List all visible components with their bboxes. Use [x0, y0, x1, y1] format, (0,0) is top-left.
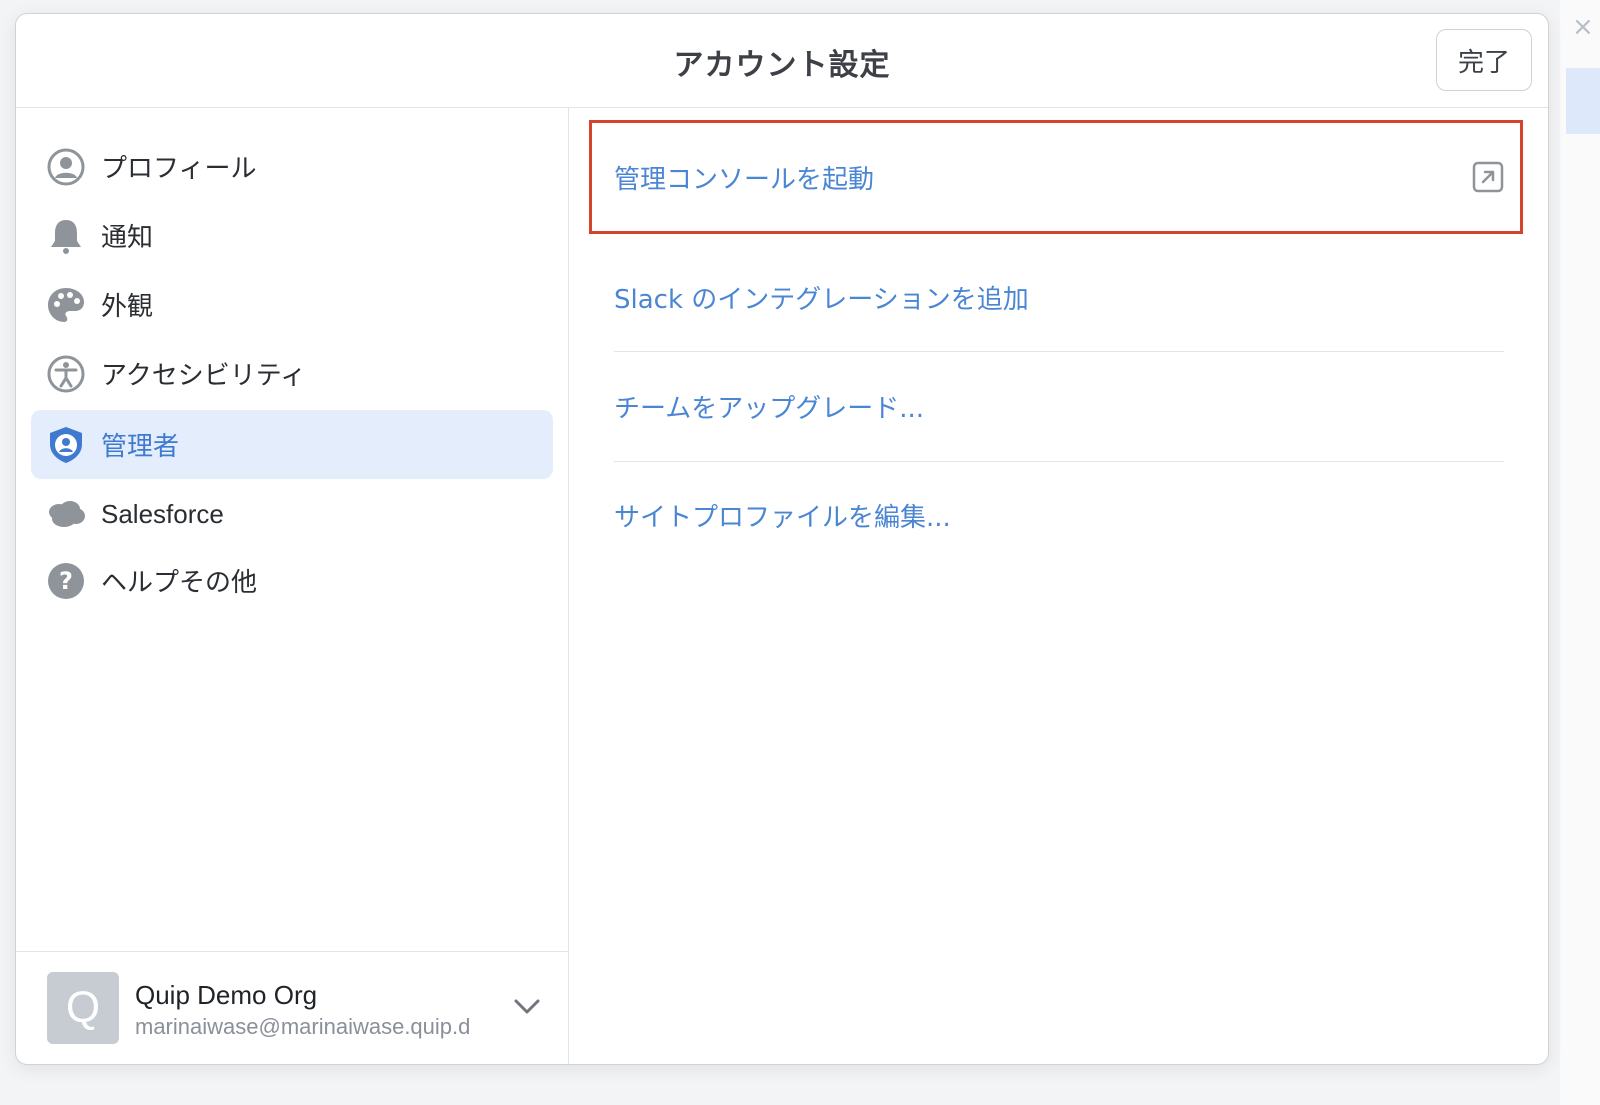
sidebar-item-label: 外観: [101, 292, 154, 322]
dialog-title: アカウント設定: [673, 48, 891, 83]
background-close-icon: ×: [1572, 12, 1594, 42]
svg-text:?: ?: [59, 567, 73, 595]
action-label: Slack のインテグレーションを追加: [614, 284, 1029, 315]
profile-icon: [46, 147, 86, 187]
settings-sidebar: プロフィール 通知 外観 アクセシビリティ 管理者 Salesforce ? ヘ…: [16, 108, 569, 1064]
action-label: チームをアップグレード...: [614, 393, 925, 424]
sidebar-item-label: 通知: [101, 223, 154, 253]
dialog-header: アカウント設定 完了: [16, 14, 1548, 108]
palette-icon: [46, 285, 86, 325]
admin-panel: 管理コンソールを起動 Slack のインテグレーションを追加 チームをアップグレ…: [569, 108, 1548, 1064]
chevron-down-icon[interactable]: [510, 992, 544, 1022]
action-label: サイトプロファイルを編集...: [614, 502, 951, 533]
sidebar-item-label: プロフィール: [101, 154, 257, 184]
action-label: 管理コンソールを起動: [614, 164, 875, 195]
sidebar-item-salesforce[interactable]: Salesforce: [31, 480, 553, 549]
admin-shield-icon: [46, 425, 86, 465]
account-name: Quip Demo Org: [135, 980, 318, 1010]
upgrade-team-link[interactable]: チームをアップグレード...: [614, 352, 1504, 460]
help-icon: ?: [46, 561, 86, 601]
sidebar-item-help[interactable]: ? ヘルプその他: [31, 546, 553, 615]
background-selection: [1566, 68, 1600, 134]
sidebar-item-label: 管理者: [101, 432, 180, 462]
sidebar-item-label: アクセシビリティ: [101, 361, 307, 391]
bell-icon: [46, 216, 86, 256]
salesforce-cloud-icon: [46, 495, 86, 535]
accessibility-icon: [46, 354, 86, 394]
sidebar-item-profile[interactable]: プロフィール: [31, 132, 553, 201]
sidebar-item-notifications[interactable]: 通知: [31, 201, 553, 270]
external-link-icon: [1472, 161, 1504, 193]
done-button[interactable]: 完了: [1436, 29, 1532, 91]
launch-admin-console-link[interactable]: 管理コンソールを起動: [589, 120, 1523, 234]
edit-site-profile-link[interactable]: サイトプロファイルを編集...: [614, 461, 1504, 569]
sidebar-item-accessibility[interactable]: アクセシビリティ: [31, 339, 553, 408]
sidebar-item-appearance[interactable]: 外観: [31, 270, 553, 339]
sidebar-item-label: ヘルプその他: [101, 568, 258, 598]
sidebar-item-label: Salesforce: [101, 499, 224, 529]
sidebar-item-admin[interactable]: 管理者: [31, 410, 553, 479]
avatar: Q: [47, 972, 119, 1044]
account-switcher[interactable]: Q Quip Demo Org marinaiwase@marinaiwase.…: [16, 951, 569, 1064]
account-email: marinaiwase@marinaiwase.quip.d: [135, 1014, 471, 1039]
account-settings-dialog: アカウント設定 完了 プロフィール 通知 外観 アクセシビリティ 管理者 Sal…: [15, 13, 1549, 1065]
add-slack-integration-link[interactable]: Slack のインテグレーションを追加: [614, 243, 1504, 351]
background-app-edge: ×: [1560, 0, 1600, 1105]
